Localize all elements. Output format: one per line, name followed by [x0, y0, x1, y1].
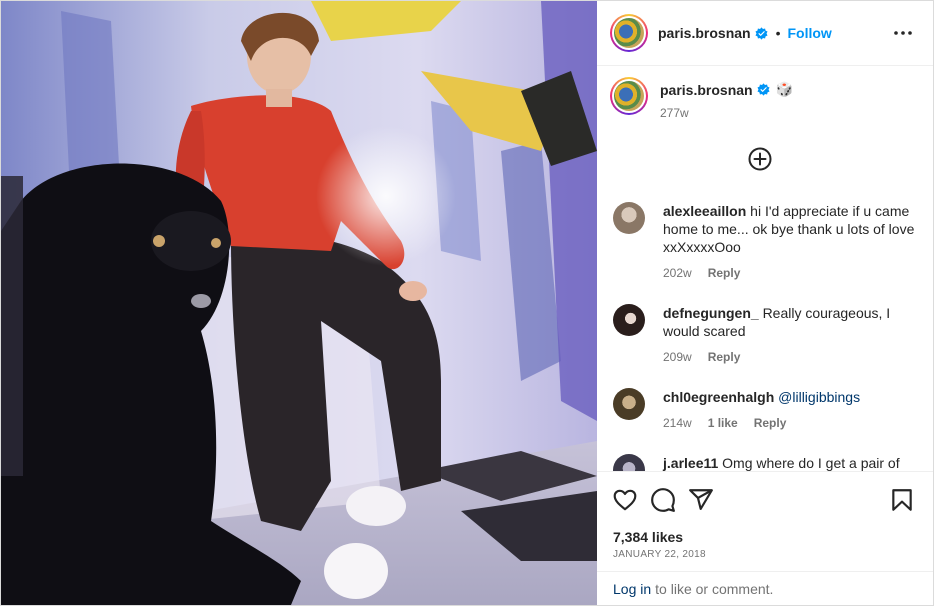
commenter-avatar[interactable]: [613, 388, 645, 420]
post-sidebar: paris.brosnan • Follow paris.brosnan 🎲 2…: [597, 1, 933, 605]
reply-button[interactable]: Reply: [708, 348, 741, 366]
caption-username[interactable]: paris.brosnan: [660, 82, 753, 98]
caption-time[interactable]: 277w: [660, 106, 793, 120]
post-header: paris.brosnan • Follow: [597, 1, 933, 66]
comment-username[interactable]: chl0egreenhalgh: [663, 389, 774, 405]
comment-bubble-icon[interactable]: [650, 487, 676, 513]
separator-dot: •: [775, 25, 781, 41]
comment-username[interactable]: defnegungen_: [663, 305, 759, 321]
heart-icon[interactable]: [612, 487, 638, 513]
comment-time[interactable]: 209w: [663, 348, 692, 366]
comment-username[interactable]: alexleeaillon: [663, 203, 746, 219]
post-caption: paris.brosnan 🎲 277w: [610, 77, 793, 120]
caption-avatar[interactable]: [610, 77, 648, 115]
comment-mention[interactable]: @lilligibbings: [778, 389, 860, 405]
comment-time[interactable]: 214w: [663, 414, 692, 432]
commenter-avatar[interactable]: [613, 202, 645, 234]
bookmark-icon[interactable]: [889, 487, 915, 513]
instagram-post: paris.brosnan • Follow paris.brosnan 🎲 2…: [0, 0, 934, 606]
commenter-avatar[interactable]: [613, 454, 645, 471]
post-image-illustration: [1, 1, 597, 605]
follow-button[interactable]: Follow: [788, 25, 832, 41]
add-comment-circle-icon[interactable]: [748, 147, 772, 171]
comment-item: chl0egreenhalgh @lilligibbings 214w 1 li…: [613, 388, 923, 432]
paper-plane-icon[interactable]: [688, 487, 714, 513]
post-photo[interactable]: [1, 1, 597, 605]
comment-username[interactable]: j.arlee11: [663, 455, 718, 471]
post-actions: 7,384 likes JANUARY 22, 2018: [597, 471, 933, 571]
header-username[interactable]: paris.brosnan: [658, 25, 751, 41]
comments-list: alexleeaillon hi I'd appreciate if u cam…: [597, 189, 933, 471]
login-prompt: Log in to like or comment.: [597, 571, 933, 605]
more-options-icon[interactable]: [893, 25, 913, 41]
verified-badge-icon: [755, 26, 768, 40]
post-date[interactable]: JANUARY 22, 2018: [613, 549, 706, 560]
caption-text: 🎲: [775, 81, 794, 97]
comment-text: Omg where do I get a pair of: [722, 455, 900, 471]
comment-item: defnegungen_ Really courageous, I would …: [613, 304, 923, 366]
likes-count[interactable]: 7,384 likes: [613, 529, 683, 545]
reply-button[interactable]: Reply: [708, 264, 741, 282]
commenter-avatar[interactable]: [613, 304, 645, 336]
comment-item: alexleeaillon hi I'd appreciate if u cam…: [613, 202, 923, 282]
login-prompt-text: to like or comment.: [655, 580, 774, 597]
reply-button[interactable]: Reply: [754, 414, 787, 432]
comment-time[interactable]: 202w: [663, 264, 692, 282]
comment-likes[interactable]: 1 like: [708, 414, 738, 432]
login-link[interactable]: Log in: [613, 581, 651, 597]
verified-badge-icon: [757, 83, 770, 96]
avatar[interactable]: [610, 14, 648, 52]
comment-item: j.arlee11 Omg where do I get a pair of: [613, 454, 923, 471]
